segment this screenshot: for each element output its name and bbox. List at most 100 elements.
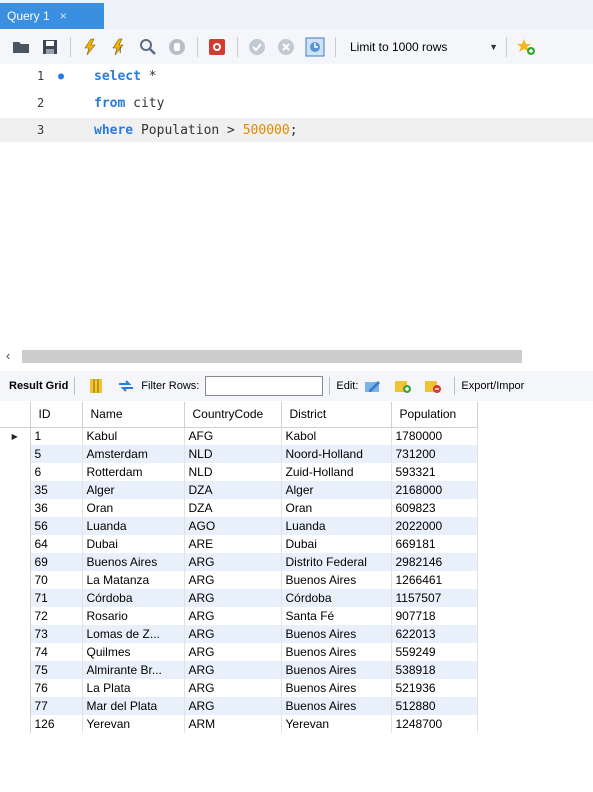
row-indicator[interactable] [0, 499, 31, 517]
limit-rows-select[interactable]: Limit to 1000 rows ▼ [344, 36, 504, 58]
cell-district[interactable]: Noord-Holland [281, 445, 392, 463]
toggle-error-icon[interactable] [206, 36, 228, 58]
cell-countrycode[interactable]: ARG [184, 625, 282, 643]
cell-countrycode[interactable]: NLD [184, 445, 282, 463]
commit-icon[interactable] [246, 36, 268, 58]
editor-line-3[interactable]: 3 where Population > 500000; [0, 118, 593, 142]
cell-name[interactable]: Lomas de Z... [82, 625, 185, 643]
row-indicator[interactable] [0, 481, 31, 499]
cell-population[interactable]: 559249 [391, 643, 478, 661]
cell-countrycode[interactable]: AFG [184, 427, 282, 445]
cell-countrycode[interactable]: NLD [184, 463, 282, 481]
row-indicator[interactable] [0, 445, 31, 463]
execute-icon[interactable] [79, 36, 101, 58]
cell-id[interactable]: 71 [30, 589, 83, 607]
cell-population[interactable]: 1266461 [391, 571, 478, 589]
cell-id[interactable]: 75 [30, 661, 83, 679]
table-row[interactable]: 126 Yerevan ARM Yerevan 1248700 [0, 715, 478, 733]
favorite-add-icon[interactable] [515, 36, 537, 58]
grid-layout-icon[interactable] [87, 377, 105, 395]
cell-countrycode[interactable]: DZA [184, 499, 282, 517]
column-header-name[interactable]: Name [82, 402, 185, 428]
current-row-indicator-icon[interactable]: ▶ [0, 427, 31, 445]
cell-district[interactable]: Santa Fé [281, 607, 392, 625]
add-row-icon[interactable] [394, 377, 412, 395]
cell-id[interactable]: 56 [30, 517, 83, 535]
cell-countrycode[interactable]: ARM [184, 715, 282, 733]
cell-id[interactable]: 77 [30, 697, 83, 715]
open-folder-icon[interactable] [10, 36, 32, 58]
cell-district[interactable]: Buenos Aires [281, 697, 392, 715]
cell-id[interactable]: 5 [30, 445, 83, 463]
cell-name[interactable]: La Matanza [82, 571, 185, 589]
column-header-population[interactable]: Population [391, 402, 478, 428]
cell-population[interactable]: 2022000 [391, 517, 478, 535]
cell-district[interactable]: Alger [281, 481, 392, 499]
cell-district[interactable]: Córdoba [281, 589, 392, 607]
cell-id[interactable]: 126 [30, 715, 83, 733]
cell-name[interactable]: Quilmes [82, 643, 185, 661]
row-indicator[interactable] [0, 661, 31, 679]
cell-name[interactable]: Kabul [82, 427, 185, 445]
table-row[interactable]: 76 La Plata ARG Buenos Aires 521936 [0, 679, 478, 697]
table-row[interactable]: 69 Buenos Aires ARG Distrito Federal 2982146 [0, 553, 478, 571]
cell-district[interactable]: Buenos Aires [281, 571, 392, 589]
cell-id[interactable]: 1 [30, 427, 83, 445]
cell-id[interactable]: 74 [30, 643, 83, 661]
row-indicator[interactable] [0, 463, 31, 481]
cell-name[interactable]: Córdoba [82, 589, 185, 607]
table-row[interactable]: 74 Quilmes ARG Buenos Aires 559249 [0, 643, 478, 661]
export-import-label[interactable]: Export/Impor [461, 380, 524, 392]
cell-countrycode[interactable]: ARG [184, 679, 282, 697]
table-row[interactable]: 56 Luanda AGO Luanda 2022000 [0, 517, 478, 535]
column-header-countrycode[interactable]: CountryCode [184, 402, 282, 428]
row-indicator[interactable] [0, 571, 31, 589]
row-indicator[interactable] [0, 643, 31, 661]
filter-rows-input[interactable] [205, 376, 324, 396]
row-indicator[interactable] [0, 607, 31, 625]
delete-row-icon[interactable] [424, 377, 442, 395]
cell-id[interactable]: 76 [30, 679, 83, 697]
editor-horizontal-scrollbar[interactable]: ‹ [0, 348, 593, 365]
cell-name[interactable]: Mar del Plata [82, 697, 185, 715]
tab-query-1[interactable]: Query 1 × [0, 3, 104, 29]
cell-population[interactable]: 593321 [391, 463, 478, 481]
stop-icon[interactable] [166, 36, 188, 58]
cell-name[interactable]: Dubai [82, 535, 185, 553]
cell-district[interactable]: Buenos Aires [281, 661, 392, 679]
cell-name[interactable]: Almirante Br... [82, 661, 185, 679]
cell-countrycode[interactable]: ARG [184, 589, 282, 607]
scrollbar-thumb[interactable] [22, 350, 522, 363]
cell-id[interactable]: 69 [30, 553, 83, 571]
cell-countrycode[interactable]: ARG [184, 607, 282, 625]
cell-id[interactable]: 70 [30, 571, 83, 589]
cell-district[interactable]: Dubai [281, 535, 392, 553]
row-indicator[interactable] [0, 553, 31, 571]
cell-name[interactable]: Alger [82, 481, 185, 499]
edit-row-icon[interactable] [364, 377, 382, 395]
autocommit-icon[interactable] [304, 36, 326, 58]
row-indicator[interactable] [0, 517, 31, 535]
cell-countrycode[interactable]: ARE [184, 535, 282, 553]
table-row[interactable]: 73 Lomas de Z... ARG Buenos Aires 622013 [0, 625, 478, 643]
cell-population[interactable]: 609823 [391, 499, 478, 517]
rollback-icon[interactable] [275, 36, 297, 58]
execute-current-icon[interactable]: I [108, 36, 130, 58]
cell-name[interactable]: Rosario [82, 607, 185, 625]
editor-line-1[interactable]: 1 ● select * [0, 65, 593, 87]
cell-district[interactable]: Zuid-Holland [281, 463, 392, 481]
table-row[interactable]: 75 Almirante Br... ARG Buenos Aires 538918 [0, 661, 478, 679]
cell-population[interactable]: 622013 [391, 625, 478, 643]
cell-population[interactable]: 1248700 [391, 715, 478, 733]
cell-population[interactable]: 2168000 [391, 481, 478, 499]
cell-name[interactable]: Amsterdam [82, 445, 185, 463]
cell-id[interactable]: 35 [30, 481, 83, 499]
table-row[interactable]: 6 Rotterdam NLD Zuid-Holland 593321 [0, 463, 478, 481]
cell-countrycode[interactable]: AGO [184, 517, 282, 535]
cell-countrycode[interactable]: ARG [184, 697, 282, 715]
editor-line-2[interactable]: 2 from city [0, 92, 593, 114]
column-header-id[interactable]: ID [30, 402, 83, 428]
cell-population[interactable]: 538918 [391, 661, 478, 679]
table-row[interactable]: 72 Rosario ARG Santa Fé 907718 [0, 607, 478, 625]
cell-population[interactable]: 907718 [391, 607, 478, 625]
